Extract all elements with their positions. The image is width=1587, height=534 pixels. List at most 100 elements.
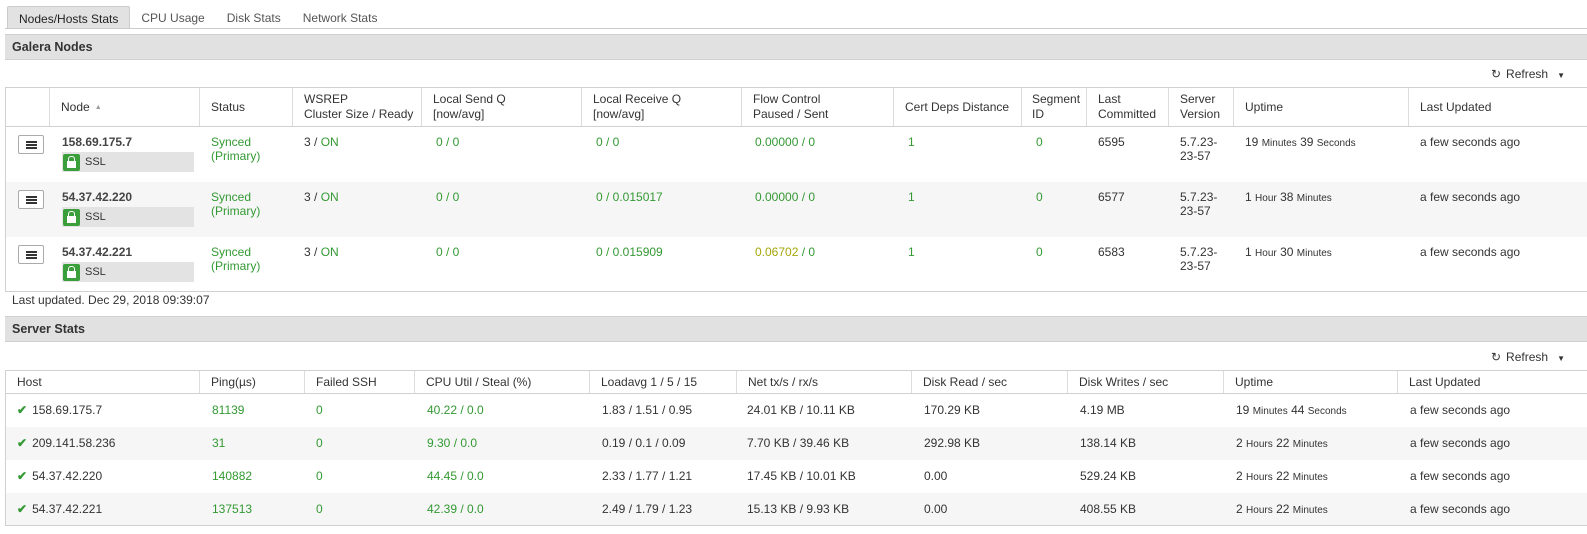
tab-network-stats[interactable]: Network Stats xyxy=(292,6,389,29)
lock-icon xyxy=(63,208,80,226)
header-cert-deps[interactable]: Cert Deps Distance xyxy=(894,88,1022,126)
uptime-n2: 38 xyxy=(1280,190,1294,204)
uptime-u2: Minutes xyxy=(1296,248,1332,259)
server-row: ✔ 158.69.175.7 81139 0 40.22 / 0.0 1.83 /… xyxy=(6,394,1587,427)
header-segment-id[interactable]: Segment ID xyxy=(1022,88,1087,126)
server-refresh-button[interactable]: ↻ Refresh ▼ xyxy=(1491,350,1565,364)
check-icon: ✔ xyxy=(17,403,28,417)
cpu-value: 42.39 / 0.0 xyxy=(427,502,484,516)
refresh-icon: ↻ xyxy=(1490,67,1502,81)
galera-row: 54.37.42.221 SSL Synced (Primary) 3 / ON … xyxy=(6,237,1587,292)
header-last-committed[interactable]: Last Committed xyxy=(1087,88,1169,126)
uptime-n1: 2 xyxy=(1236,436,1243,450)
flow-paused: 0.00000 xyxy=(755,190,799,204)
header-disk-read[interactable]: Disk Read / sec xyxy=(912,371,1068,393)
tab-divider xyxy=(5,28,1587,29)
host-value: ✔ 209.141.58.236 xyxy=(6,436,115,450)
node-address: 54.37.42.221 xyxy=(62,245,133,259)
header-net[interactable]: Net tx/s / rx/s xyxy=(737,371,912,393)
lock-icon xyxy=(63,153,80,171)
header-uptime[interactable]: Uptime xyxy=(1224,371,1398,393)
uptime-value: 1 Hour 38 Minutes xyxy=(1234,190,1332,204)
recv-q-value: 0 / 0 xyxy=(596,135,620,149)
header-server-version[interactable]: Server Version xyxy=(1169,88,1234,126)
ping-value: 31 xyxy=(212,436,226,450)
last-committed-value: 6595 xyxy=(1098,135,1125,149)
host-value: ✔ 54.37.42.221 xyxy=(6,502,102,516)
host-value: ✔ 54.37.42.220 xyxy=(6,469,102,483)
status-state: Synced xyxy=(211,190,252,204)
caret-down-icon[interactable]: ▼ xyxy=(1557,71,1565,80)
server-stats-title: Server Stats xyxy=(12,322,85,336)
header-failed-ssh[interactable]: Failed SSH xyxy=(305,371,415,393)
header-disk-writes[interactable]: Disk Writes / sec xyxy=(1068,371,1224,393)
header-actions-col xyxy=(6,88,50,126)
segment-id-value: 0 xyxy=(1036,245,1043,259)
version-line1: 5.7.23- xyxy=(1180,135,1218,149)
wsrep-value: 3 / ON xyxy=(304,135,339,149)
hamburger-icon xyxy=(25,250,37,259)
header-local-send-q[interactable]: Local Send Q [now/avg] xyxy=(422,88,582,126)
uptime-n1: 19 xyxy=(1236,403,1250,417)
version-line1: 5.7.23- xyxy=(1180,190,1218,204)
uptime-u1: Hour xyxy=(1255,248,1277,259)
last-updated-value: a few seconds ago xyxy=(1420,190,1521,204)
row-menu-button[interactable] xyxy=(18,245,44,264)
version-line2: 23-57 xyxy=(1180,204,1211,218)
header-wsrep[interactable]: WSREP Cluster Size / Ready xyxy=(293,88,422,126)
status-role: (Primary) xyxy=(211,149,261,163)
header-host[interactable]: Host xyxy=(6,371,200,393)
ssl-badge: SSL xyxy=(62,207,194,227)
node-address: 158.69.175.7 xyxy=(62,135,133,149)
header-flow-line2: Paused / Sent xyxy=(753,107,829,121)
hamburger-icon xyxy=(25,195,37,204)
row-menu-button[interactable] xyxy=(18,190,44,209)
uptime-u1: Hours xyxy=(1246,439,1273,450)
header-local-receive-q[interactable]: Local Receive Q [now/avg] xyxy=(582,88,742,126)
header-send-q-line1: Local Send Q xyxy=(433,92,506,106)
segment-id-value: 0 xyxy=(1036,135,1043,149)
header-disk-write-label: Disk Writes / sec xyxy=(1079,374,1169,389)
uptime-u2: Minutes xyxy=(1292,439,1328,450)
header-last-updated[interactable]: Last Updated xyxy=(1409,88,1587,126)
failed-ssh-value: 0 xyxy=(316,502,323,516)
failed-ssh-value: 0 xyxy=(316,403,323,417)
header-updated-label: Last Updated xyxy=(1409,374,1481,389)
header-loadavg[interactable]: Loadavg 1 / 5 / 15 xyxy=(590,371,737,393)
uptime-value: 19 Minutes 39 Seconds xyxy=(1234,135,1356,149)
row-menu-button[interactable] xyxy=(18,135,44,154)
header-segment-line2: ID xyxy=(1032,107,1044,121)
send-q-value: 0 / 0 xyxy=(436,190,460,204)
header-ping[interactable]: Ping(µs) xyxy=(200,371,305,393)
cpu-value: 40.22 / 0.0 xyxy=(427,403,484,417)
failed-ssh-value: 0 xyxy=(316,436,323,450)
flow-paused: 0.00000 xyxy=(755,135,799,149)
header-flow-control[interactable]: Flow Control Paused / Sent xyxy=(742,88,894,126)
tab-cpu-usage[interactable]: CPU Usage xyxy=(130,6,215,29)
lock-icon xyxy=(63,263,80,281)
flow-control-value: 0.00000 / 0 xyxy=(755,135,816,149)
ping-value: 81139 xyxy=(212,403,245,417)
loadavg-value: 0.19 / 0.1 / 0.09 xyxy=(602,436,686,450)
header-uptime[interactable]: Uptime xyxy=(1234,88,1409,126)
header-ping-label: Ping(µs) xyxy=(211,374,256,389)
check-icon: ✔ xyxy=(17,502,28,516)
header-node[interactable]: Node ▲ xyxy=(50,88,200,126)
last-committed-value: 6577 xyxy=(1098,190,1125,204)
caret-down-icon[interactable]: ▼ xyxy=(1557,354,1565,363)
tab-disk-stats[interactable]: Disk Stats xyxy=(216,6,292,29)
header-cpu-util[interactable]: CPU Util / Steal (%) xyxy=(415,371,590,393)
header-status[interactable]: Status xyxy=(200,88,293,126)
galera-refresh-button[interactable]: ↻ Refresh ▼ xyxy=(1491,67,1565,81)
header-node-label: Node xyxy=(61,99,90,114)
header-updated-label: Last Updated xyxy=(1420,99,1492,114)
loadavg-value: 2.49 / 1.79 / 1.23 xyxy=(602,502,693,516)
header-flow-line1: Flow Control xyxy=(753,92,821,106)
version-line2: 23-57 xyxy=(1180,149,1211,163)
last-updated-value: a few seconds ago xyxy=(1420,245,1521,259)
status-role: (Primary) xyxy=(211,204,261,218)
header-host-label: Host xyxy=(17,374,42,389)
uptime-value: 2 Hours 22 Minutes xyxy=(1224,436,1328,450)
tab-nodes-hosts-stats[interactable]: Nodes/Hosts Stats xyxy=(7,6,131,29)
header-last-updated[interactable]: Last Updated xyxy=(1398,371,1587,393)
